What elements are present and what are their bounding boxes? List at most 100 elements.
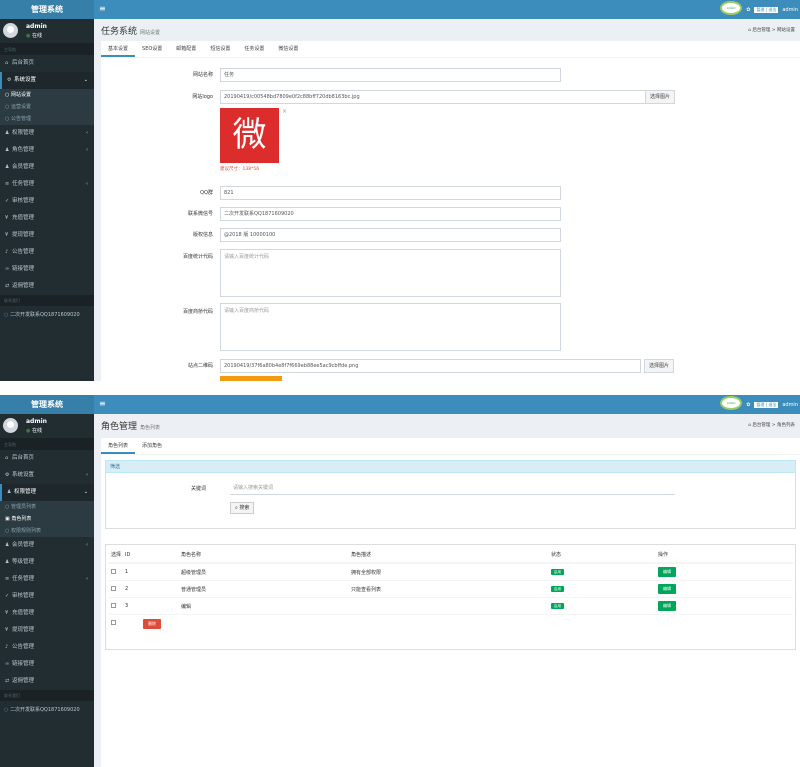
list-icon: ≡ <box>5 576 10 582</box>
qrcode-label: 站点二维码 <box>187 363 213 369</box>
page-header: 角色管理 角色列表 ⌂ 后台管理 > 角色列表 <box>94 414 800 436</box>
table-row: 3 编辑 启用 编辑 <box>108 598 793 615</box>
submenu-notice[interactable]: ○ 公告管理 <box>0 113 94 125</box>
list-icon: ≡ <box>5 181 10 187</box>
user-icon: ♟ <box>5 164 10 170</box>
sidebar-item-role[interactable]: ♟ 角色管理 ‹ <box>0 142 94 159</box>
col-desc: 角色描述 <box>351 552 372 558</box>
sidebar-item-recharge[interactable]: ¥ 充值管理 <box>0 210 94 227</box>
sidebar-item-link[interactable]: ∞ 链接管理 <box>0 261 94 278</box>
sidebar-contact[interactable]: ○ 二次开发联系QQ1871609020 <box>0 306 94 325</box>
money-icon: ¥ <box>5 232 9 238</box>
sidebar-item-withdraw[interactable]: ¥ 提现管理 <box>0 227 94 244</box>
circle-icon: ○ <box>4 312 9 318</box>
sidebar-item-link[interactable]: ∞ 链接管理 <box>0 656 94 673</box>
row-checkbox[interactable] <box>111 568 116 574</box>
sidebar-item-permission[interactable]: ♟ 权限管理 ‹ <box>0 125 94 142</box>
logo-select-button[interactable]: 选择图片 <box>645 90 676 104</box>
sidebar-toggle-icon[interactable]: ≡ <box>99 398 106 410</box>
sidebar-item-home[interactable]: ⌂ 后台首页 <box>0 450 94 467</box>
sidebar-header: 主导航 <box>0 439 94 450</box>
sidebar-item-notice[interactable]: ♪ 公告管理 <box>0 639 94 656</box>
sidebar-item-rebate[interactable]: ⇄ 返佣管理 <box>0 278 94 295</box>
form-row-qq: QQ群 821 <box>94 186 800 200</box>
sidebar-item-member[interactable]: ♟ 会员管理 <box>0 159 94 176</box>
sidebar-contact[interactable]: ○ 二次开发联系QQ1871609020 <box>0 701 94 720</box>
sidebar-item-member[interactable]: ♟ 会员管理 ‹ <box>0 537 94 554</box>
settings-icon[interactable]: ✿ <box>746 402 750 408</box>
sidebar-item-system[interactable]: ⚙ 系统设置 ⌄ <box>0 72 94 89</box>
sidebar-item-notice[interactable]: ♪ 公告管理 <box>0 244 94 261</box>
delete-button[interactable]: 删除 <box>143 618 161 629</box>
link-icon: ∞ <box>5 661 10 667</box>
submenu-role-list[interactable]: ▣ 角色列表 <box>0 513 94 525</box>
breadcrumb[interactable]: ⌂ 后台管理 > 角色列表 <box>748 422 795 428</box>
role-box: 角色列表 添加角色 筛选 关键词 请输入搜索关键词 ⌕ 搜索 选择 ID 角色名… <box>101 438 800 767</box>
tab-add-role[interactable]: 添加角色 <box>135 438 169 454</box>
home-icon: ⌂ <box>5 455 9 461</box>
user-name: admin <box>26 23 47 30</box>
sidebar-item-task[interactable]: ≡ 任务管理 ‹ <box>0 571 94 588</box>
chevron-down-icon: ⌄ <box>83 489 88 495</box>
mini-menu[interactable]: 管理 | 退出 <box>754 401 779 408</box>
qq-label: QQ群 <box>200 190 213 196</box>
form-row-qrcode: 站点二维码 20190419/37f6a80b4e8f7f669eb88ee5a… <box>94 359 800 373</box>
row-id: 3 <box>125 603 129 609</box>
chevron-left-icon: ‹ <box>86 130 88 136</box>
search-panel: 筛选 关键词 请输入搜索关键词 ⌕ 搜索 <box>105 460 796 529</box>
row-checkbox[interactable] <box>111 602 116 608</box>
sidebar-item-audit[interactable]: ✓ 审核管理 <box>0 588 94 605</box>
share-code-textarea[interactable]: 请输入百度商桥代码 <box>220 303 561 351</box>
submenu-site-settings[interactable]: ○ 网站设置 <box>0 89 94 101</box>
sidebar-item-permission[interactable]: ♟ 权限管理 ⌄ <box>0 484 94 501</box>
user-name: admin <box>26 418 47 425</box>
search-panel-header: 筛选 <box>105 460 796 473</box>
user-status: ● 在线 <box>26 33 42 39</box>
sidebar-item-system[interactable]: ⚙ 系统设置 ‹ <box>0 467 94 484</box>
screenshot-site-settings: 管理系统 ≡ LOGO ✿ 管理 | 退出 admin admin ● 在线 主… <box>0 0 800 381</box>
brand-badge: LOGO <box>720 395 743 410</box>
edit-button[interactable]: 编辑 <box>658 584 676 594</box>
tab-role-list[interactable]: 角色列表 <box>101 438 136 454</box>
stat-code-textarea[interactable]: 请输入百度统计代码 <box>220 249 561 297</box>
qrcode-select-button[interactable]: 选择图片 <box>644 359 675 373</box>
form-row-copyright: 版权信息 @2018 版 10000100 <box>94 228 800 242</box>
qrcode-path-input[interactable]: 20190419/37f6a80b4e8f7f669eb88ee5ac9cbff… <box>220 359 641 373</box>
select-all-checkbox[interactable] <box>111 620 116 625</box>
sidebar-item-task[interactable]: ≡ 任务管理 ‹ <box>0 176 94 193</box>
row-checkbox[interactable] <box>111 585 116 591</box>
sidebar-item-audit[interactable]: ✓ 审核管理 <box>0 193 94 210</box>
copyright-input[interactable]: @2018 版 10000100 <box>220 228 561 242</box>
share-icon: ⇄ <box>5 678 10 684</box>
site-name-input[interactable]: 任务 <box>220 68 561 82</box>
row-id: 2 <box>125 586 129 592</box>
form-row-service: 联系微信号 二次开发联系QQ1871609020 <box>94 207 800 221</box>
search-icon: ⌕ <box>235 505 238 511</box>
submenu-rule-list[interactable]: ○ 权限规则列表 <box>0 525 94 537</box>
sidebar-item-recharge[interactable]: ¥ 充值管理 <box>0 605 94 622</box>
status-badge[interactable]: 启用 <box>551 603 564 609</box>
edit-button[interactable]: 编辑 <box>658 601 676 611</box>
edit-button[interactable]: 编辑 <box>658 567 676 577</box>
submenu-admin-list[interactable]: ○ 管理员列表 <box>0 501 94 513</box>
close-icon[interactable]: × <box>282 108 287 115</box>
submenu-ops-settings[interactable]: ○ 运营设置 <box>0 101 94 113</box>
logo-path-input[interactable]: 20190419/c00548bd7809e0f2c88bff720db8163… <box>220 90 646 104</box>
service-label: 联系微信号 <box>187 211 213 217</box>
status-badge[interactable]: 启用 <box>551 569 564 575</box>
search-button[interactable]: ⌕ 搜索 <box>230 502 255 514</box>
navbar-username[interactable]: admin <box>782 402 798 408</box>
app-logo[interactable]: 管理系统 <box>0 0 94 19</box>
col-name: 角色名称 <box>181 552 202 558</box>
sidebar-item-withdraw[interactable]: ¥ 提现管理 <box>0 622 94 639</box>
service-input[interactable]: 二次开发联系QQ1871609020 <box>220 207 561 221</box>
app-logo[interactable]: 管理系统 <box>0 395 94 414</box>
sidebar-item-level[interactable]: ♟ 等级管理 <box>0 554 94 571</box>
sidebar-item-rebate[interactable]: ⇄ 返佣管理 <box>0 673 94 690</box>
logo-label: 网站logo <box>192 94 213 100</box>
form-row-logo: 网站logo 20190419/c00548bd7809e0f2c88bff72… <box>94 90 800 104</box>
status-badge[interactable]: 启用 <box>551 586 564 592</box>
qq-input[interactable]: 821 <box>220 186 561 200</box>
sidebar-item-home[interactable]: ⌂ 后台首页 <box>0 55 94 72</box>
keyword-input[interactable]: 请输入搜索关键词 <box>230 482 675 495</box>
